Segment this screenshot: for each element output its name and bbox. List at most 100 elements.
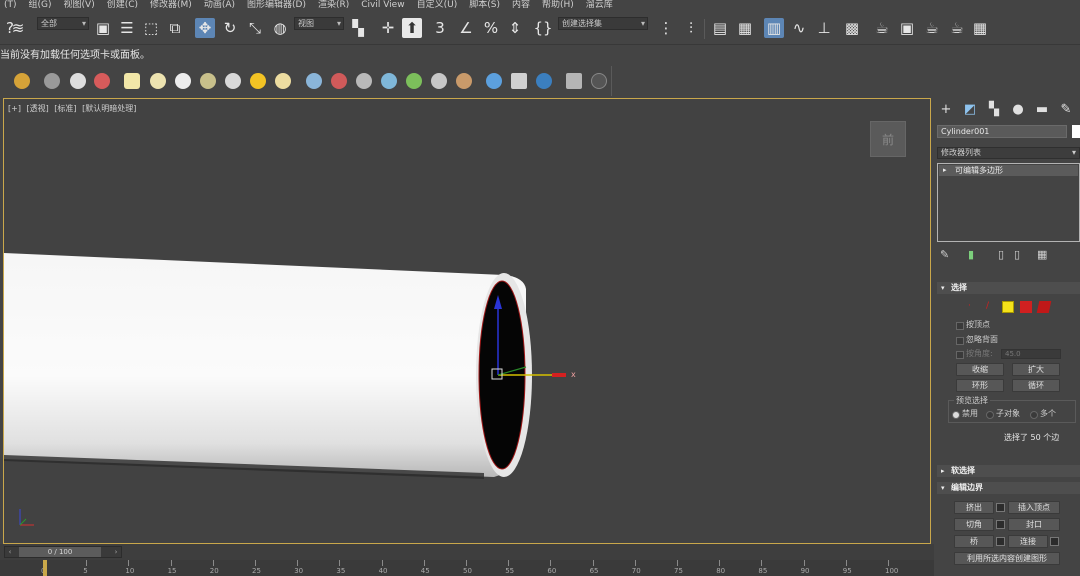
border-level-icon[interactable] — [1002, 301, 1014, 313]
menu-item[interactable]: 自定义(U) — [413, 0, 466, 11]
spinner-snap-icon[interactable]: ⇕ — [505, 18, 525, 38]
plane-icon[interactable] — [124, 73, 140, 89]
ring-button[interactable]: 环形 — [956, 379, 1004, 392]
prev-frame-icon[interactable]: ‹ — [5, 547, 15, 557]
loop-button[interactable]: 循环 — [1012, 379, 1060, 392]
render-cloud-icon[interactable]: ▦ — [970, 18, 990, 38]
camera-icon[interactable] — [536, 73, 552, 89]
object-color-swatch[interactable] — [1072, 125, 1080, 138]
motion-tab-icon[interactable]: ● — [1006, 98, 1030, 120]
help-icon[interactable] — [591, 73, 607, 89]
select-and-move-icon[interactable]: ✥ — [195, 18, 215, 38]
pivot-center-icon[interactable]: ▚ — [348, 18, 368, 38]
render-production-icon[interactable]: ☕ — [922, 18, 942, 38]
insert-vertex-button[interactable]: 插入顶点 — [1008, 501, 1060, 514]
particle-icon[interactable] — [94, 73, 110, 89]
cylinder-body[interactable] — [4, 253, 526, 477]
connect-button[interactable]: 连接 — [1008, 535, 1048, 548]
radio-disabled[interactable]: 禁用 — [952, 409, 978, 419]
chamfer-button[interactable]: 切角 — [954, 518, 994, 531]
extrude-settings-icon[interactable] — [996, 503, 1005, 512]
menu-item[interactable]: 溜云库 — [582, 0, 621, 11]
time-slider-thumb[interactable]: 0 / 100 — [19, 547, 101, 557]
pin-icon[interactable] — [14, 73, 30, 89]
select-and-rotate-icon[interactable]: ↻ — [220, 18, 240, 38]
menu-item[interactable]: 修改器(M) — [146, 0, 200, 11]
fur-icon[interactable] — [431, 73, 447, 89]
vertex-level-icon[interactable]: · — [968, 301, 980, 313]
selection-rollout-header[interactable]: ▾ 选择 — [937, 282, 1080, 294]
layout-icon[interactable] — [566, 73, 582, 89]
select-by-name-icon[interactable]: ☰ — [117, 18, 137, 38]
sphere-icon[interactable] — [175, 73, 191, 89]
snap-toggle-icon[interactable]: 3 — [430, 18, 450, 38]
configure-sets-icon[interactable]: ▦ — [1037, 248, 1049, 262]
bind-spacewarp-icon[interactable]: ≋ — [8, 18, 28, 38]
polygon-level-icon[interactable] — [1020, 301, 1032, 313]
menu-item[interactable]: 创建(C) — [103, 0, 146, 11]
show-end-result-icon[interactable]: ▮ — [968, 248, 980, 262]
menu-item[interactable]: Civil View — [357, 0, 412, 11]
keyboard-shortcut-override-icon[interactable]: ⬆ — [402, 18, 422, 38]
cap-button[interactable]: 封口 — [1008, 518, 1060, 531]
hair-icon[interactable] — [456, 73, 472, 89]
rect-selection-icon[interactable]: ⬚ — [141, 18, 161, 38]
viewcube[interactable]: 前 — [870, 121, 906, 157]
make-unique-icon[interactable]: ▯ — [998, 248, 1010, 262]
mirror-icon[interactable]: ⋮ — [656, 18, 676, 38]
menu-item[interactable]: 内容 — [508, 0, 538, 11]
menu-item[interactable]: 视图(V) — [60, 0, 103, 11]
menu-item[interactable]: 动画(A) — [200, 0, 243, 11]
schematic-view-icon[interactable]: ⊥ — [814, 18, 834, 38]
render-iterative-icon[interactable]: ☕ — [947, 18, 967, 38]
edit-borders-rollout-header[interactable]: ▾ 编辑边界 — [937, 482, 1080, 494]
create-shape-button[interactable]: 利用所选内容创建图形 — [954, 552, 1060, 565]
material-editor-icon[interactable]: ▩ — [842, 18, 862, 38]
sun-tool-icon[interactable] — [44, 73, 60, 89]
menu-item[interactable]: 组(G) — [25, 0, 60, 11]
menu-item[interactable]: 脚本(S) — [465, 0, 508, 11]
grow-button[interactable]: 扩大 — [1012, 363, 1060, 376]
select-manipulate-icon[interactable]: ✛ — [378, 18, 398, 38]
window-crossing-icon[interactable]: ⧉ — [165, 18, 185, 38]
next-frame-icon[interactable]: › — [111, 547, 121, 557]
collapse-icon[interactable]: ▾ — [941, 282, 945, 294]
menu-item[interactable]: 渲染(R) — [314, 0, 357, 11]
align-icon[interactable]: ⫶ — [681, 18, 701, 38]
box-light-icon[interactable] — [150, 73, 166, 89]
expand-icon[interactable]: ▸ — [943, 165, 947, 176]
curve-editor-icon[interactable]: ∿ — [789, 18, 809, 38]
modifier-list-dropdown[interactable]: 修改器列表 — [937, 147, 1080, 159]
radio-multi[interactable]: 多个 — [1030, 409, 1056, 419]
edge-level-icon[interactable]: / — [986, 301, 998, 313]
bridge-settings-icon[interactable] — [996, 537, 1005, 546]
remove-modifier-icon[interactable]: ▯ — [1014, 248, 1026, 262]
moon-icon[interactable] — [70, 73, 86, 89]
place-icon[interactable]: ◍ — [270, 18, 290, 38]
particles-icon[interactable] — [306, 73, 322, 89]
select-and-scale-icon[interactable]: ⤡ — [245, 18, 265, 38]
object-name-field[interactable]: Cylinder001 — [937, 125, 1067, 138]
layer-explorer-icon[interactable]: ▦ — [735, 18, 755, 38]
radio-subobject[interactable]: 子对象 — [986, 409, 1020, 419]
shrink-button[interactable]: 收缩 — [956, 363, 1004, 376]
menu-item[interactable]: 图形编辑器(D) — [243, 0, 314, 11]
bridge-button[interactable]: 桥 — [954, 535, 994, 548]
modify-tab-icon[interactable]: ◩ — [958, 98, 982, 120]
rendered-frame-window-icon[interactable]: ▣ — [897, 18, 917, 38]
light-icon[interactable] — [250, 73, 266, 89]
cone-icon[interactable] — [225, 73, 241, 89]
omni-icon[interactable] — [275, 73, 291, 89]
globe-icon[interactable] — [381, 73, 397, 89]
pin-stack-icon[interactable]: ✎ — [940, 248, 952, 262]
helper-icon[interactable] — [356, 73, 372, 89]
reference-coord-dropdown[interactable]: 视图 — [294, 17, 344, 30]
named-selection-dropdown[interactable]: 创建选择集 — [558, 17, 648, 30]
by-vertex-checkbox[interactable]: 按顶点 — [956, 320, 1066, 330]
track-bar[interactable]: 0510152025303540455055606570758085909510… — [0, 560, 934, 576]
perspective-viewport[interactable]: [+] [透视] [标准] [默认明暗处理] x 前 — [3, 98, 931, 544]
percent-snap-icon[interactable]: % — [481, 18, 501, 38]
scene-explorer-icon[interactable]: ▤ — [710, 18, 730, 38]
create-tab-icon[interactable]: + — [934, 98, 958, 120]
soft-selection-rollout-header[interactable]: ▸ 软选择 — [937, 465, 1080, 477]
